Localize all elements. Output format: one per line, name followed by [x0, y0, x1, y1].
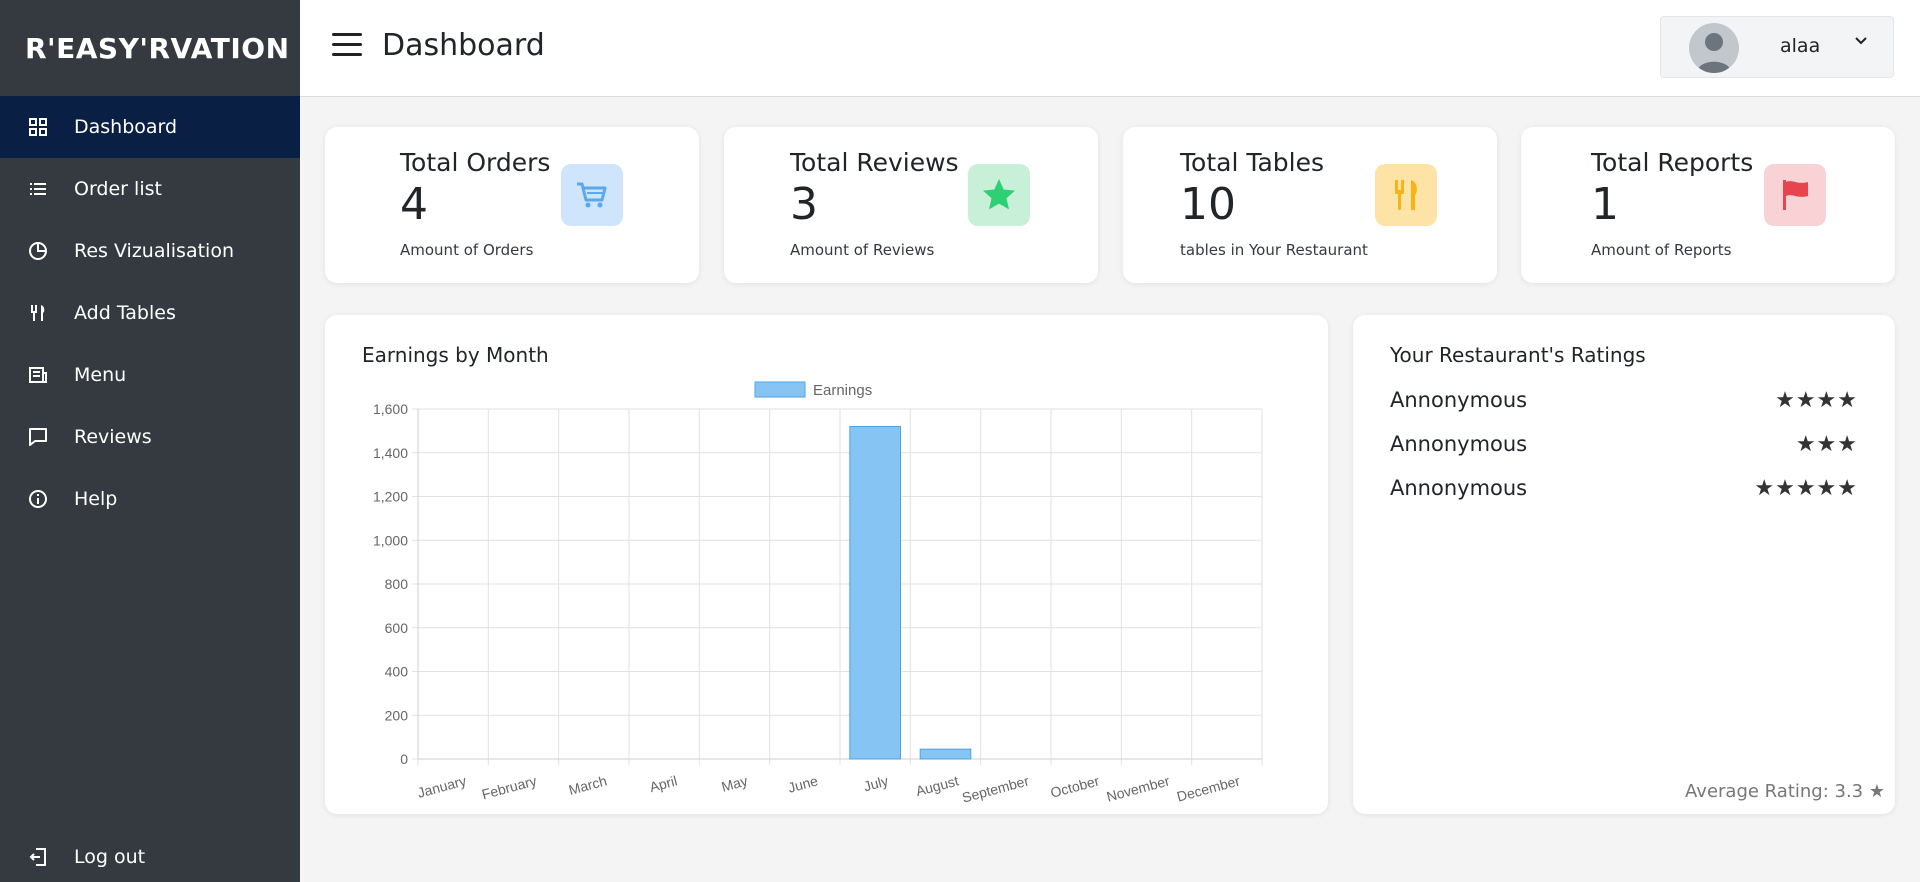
legend-swatch: [754, 381, 806, 398]
stat-title: Total Orders: [400, 148, 551, 177]
stat-subtitle: Amount of Orders: [400, 241, 534, 259]
sidebar-item-order-list[interactable]: Order list: [0, 158, 300, 220]
page-title: Dashboard: [382, 28, 545, 63]
chevron-down-icon: [1853, 33, 1869, 49]
x-tick-label: July: [862, 772, 890, 794]
stat-value: 1: [1591, 179, 1619, 230]
cart-icon: [561, 164, 623, 226]
chat-icon: [28, 427, 48, 447]
x-tick-label: December: [1175, 772, 1242, 804]
rating-stars: ★★★: [1795, 431, 1858, 457]
sidebar-item-label: Help: [74, 488, 118, 510]
x-tick-label: February: [480, 772, 538, 802]
info-icon: [28, 489, 48, 509]
pie-chart-icon: [28, 241, 48, 261]
grid-icon: [28, 117, 48, 137]
sidebar-item-label: Reviews: [74, 426, 152, 448]
sidebar-item-reviews[interactable]: Reviews: [0, 406, 300, 468]
stat-card-reviews: Total Reviews 3 Amount of Reviews: [724, 127, 1098, 283]
flag-icon: [1764, 164, 1826, 226]
x-tick-label: October: [1049, 772, 1102, 800]
average-rating: Average Rating: 3.3 ★: [1685, 781, 1885, 802]
sidebar-item-label: Add Tables: [74, 302, 176, 324]
y-tick-label: 1,000: [373, 532, 408, 548]
bar: [919, 748, 972, 760]
sidebar-item-dashboard[interactable]: Dashboard: [0, 96, 300, 158]
y-tick-label: 800: [385, 576, 409, 592]
utensils-icon: [28, 303, 48, 323]
brand-logo[interactable]: R'EASY'RVATION: [0, 0, 300, 96]
legend-label: Earnings: [813, 382, 872, 399]
stat-title: Total Reports: [1591, 148, 1754, 177]
sidebar: R'EASY'RVATION Dashboard Order list Res …: [0, 0, 300, 882]
hamburger-menu-icon[interactable]: [332, 33, 362, 57]
stat-card-reports: Total Reports 1 Amount of Reports: [1521, 127, 1895, 283]
reviewer-name: Annonymous: [1390, 476, 1528, 500]
y-tick-label: 600: [385, 620, 409, 636]
stat-subtitle: tables in Your Restaurant: [1180, 241, 1368, 259]
x-tick-label: May: [720, 772, 750, 794]
y-tick-label: 1,600: [373, 401, 408, 417]
stat-title: Total Tables: [1180, 148, 1325, 177]
sidebar-item-label: Menu: [74, 364, 127, 386]
sidebar-item-label: Order list: [74, 178, 162, 200]
utensils-icon: [1375, 164, 1437, 226]
y-tick-label: 1,200: [373, 489, 408, 505]
ratings-card: Your Restaurant's Ratings Annonymous ★★★…: [1353, 315, 1895, 814]
rating-row: Annonymous ★★★★★: [1390, 471, 1858, 505]
earnings-bar-chart: 0 200 400 600 800 1,000 1,200 1,400 1,600 January…: [373, 381, 1263, 806]
x-tick-label: September: [960, 772, 1031, 805]
sidebar-item-label: Dashboard: [74, 116, 178, 138]
rating-stars: ★★★★★: [1754, 475, 1858, 501]
reviewer-name: Annonymous: [1390, 388, 1528, 412]
stat-card-tables: Total Tables 10 tables in Your Restauran…: [1123, 127, 1497, 283]
sidebar-item-res-vizualisation[interactable]: Res Vizualisation: [0, 220, 300, 282]
logout-icon: [28, 847, 48, 867]
stat-card-orders: Total Orders 4 Amount of Orders: [325, 127, 699, 283]
rating-row: Annonymous ★★★: [1390, 427, 1858, 461]
y-tick-label: 400: [385, 664, 409, 680]
earnings-chart-card: Earnings by Month 0 200 400 600 800 1,000 1,20…: [325, 315, 1328, 814]
x-tick-label: January: [416, 772, 468, 800]
stat-value: 10: [1180, 179, 1236, 230]
username: alaa: [1780, 35, 1821, 57]
menu-doc-icon: [28, 365, 48, 385]
stat-subtitle: Amount of Reviews: [790, 241, 935, 259]
sidebar-item-menu[interactable]: Menu: [0, 344, 300, 406]
bar: [849, 426, 901, 760]
stat-value: 3: [790, 179, 818, 230]
x-tick-label: June: [786, 772, 820, 795]
rating-stars: ★★★★: [1775, 387, 1858, 413]
stat-value: 4: [400, 179, 428, 230]
avatar: [1689, 23, 1739, 73]
x-tick-label: November: [1105, 772, 1172, 804]
list-icon: [28, 179, 48, 199]
y-tick-label: 200: [385, 707, 409, 723]
reviewer-name: Annonymous: [1390, 432, 1528, 456]
ratings-title: Your Restaurant's Ratings: [1390, 343, 1646, 367]
sidebar-item-help[interactable]: Help: [0, 468, 300, 530]
stat-title: Total Reviews: [790, 148, 959, 177]
y-tick-label: 0: [400, 751, 408, 767]
x-tick-label: August: [914, 772, 960, 799]
user-menu-button[interactable]: alaa: [1660, 16, 1894, 78]
logout-button[interactable]: Log out: [0, 832, 300, 882]
stat-subtitle: Amount of Reports: [1591, 241, 1732, 259]
x-tick-label: March: [567, 772, 609, 798]
star-icon: [968, 164, 1030, 226]
sidebar-item-label: Res Vizualisation: [74, 240, 234, 262]
x-tick-label: April: [648, 772, 679, 795]
top-header: Dashboard alaa: [300, 0, 1920, 97]
logout-label: Log out: [74, 846, 146, 868]
sidebar-item-add-tables[interactable]: Add Tables: [0, 282, 300, 344]
rating-row: Annonymous ★★★★: [1390, 383, 1858, 417]
y-tick-label: 1,400: [373, 445, 408, 461]
